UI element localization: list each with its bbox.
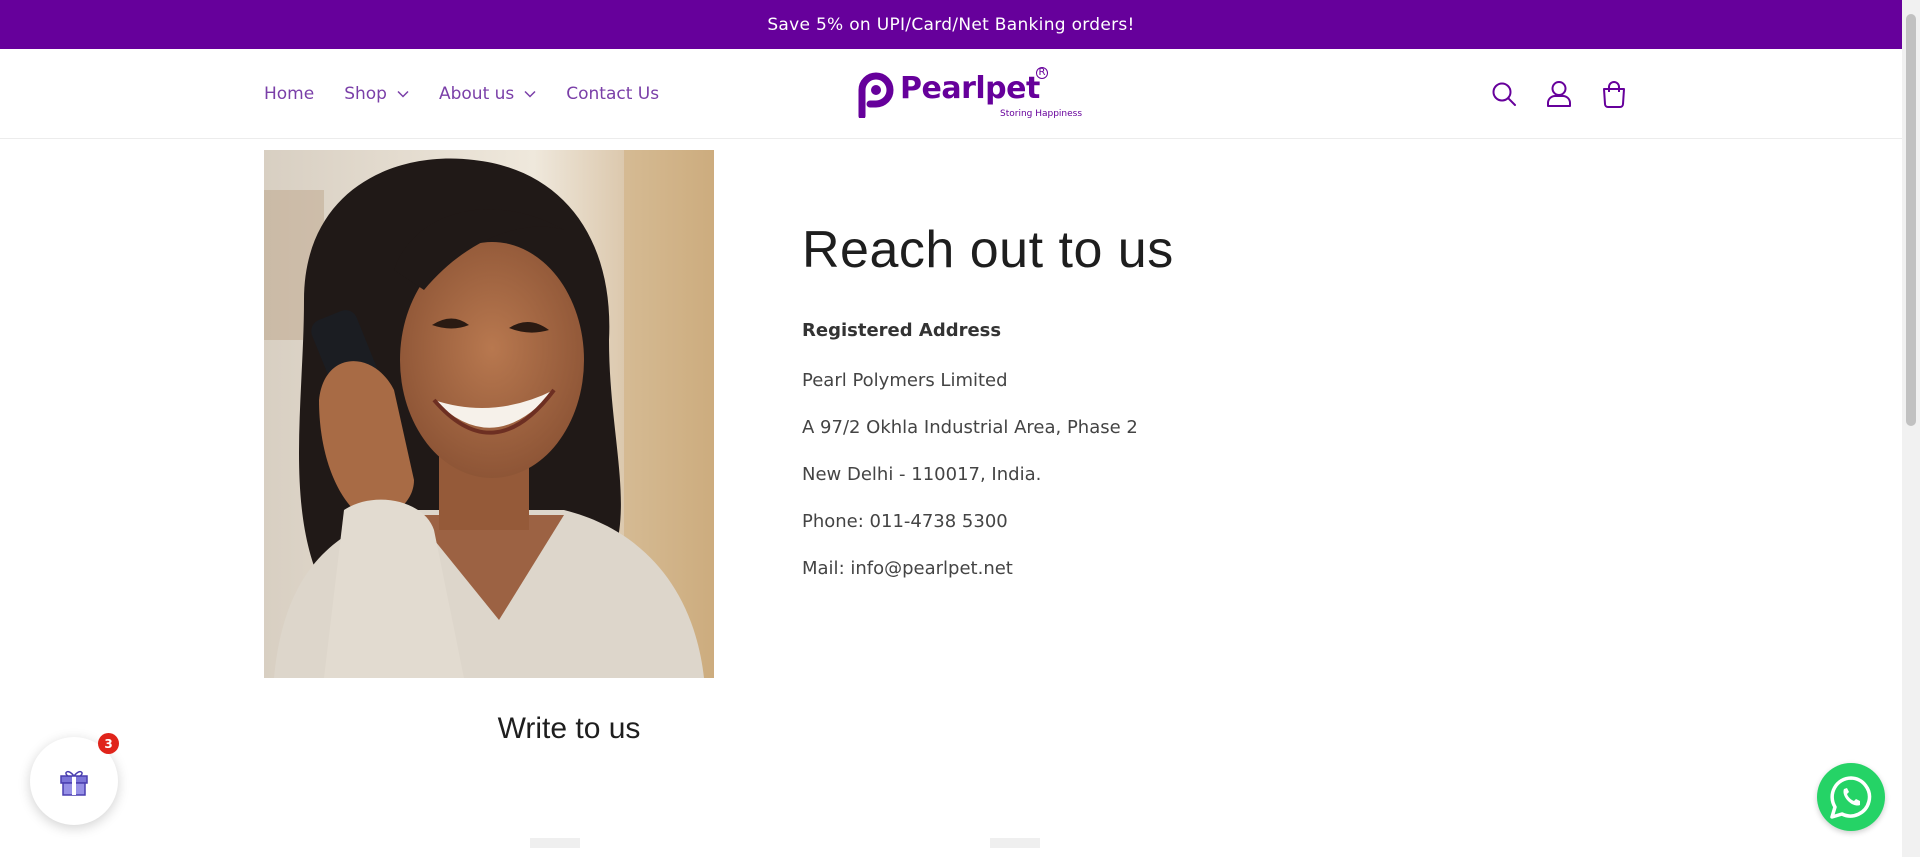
nav-item-label: Contact Us (566, 83, 660, 104)
announcement-text: Save 5% on UPI/Card/Net Banking orders! (767, 14, 1135, 35)
form-label-placeholder (530, 838, 580, 848)
phone-number: Phone: 011-4738 5300 (802, 511, 1008, 532)
main-nav: Home Shop About us Contact Us (264, 49, 659, 138)
nav-item-label: About us (438, 83, 515, 104)
whatsapp-icon (1830, 776, 1872, 819)
registered-mark: R (1036, 67, 1048, 79)
notification-badge: 3 (98, 733, 119, 754)
account-button[interactable] (1545, 80, 1573, 108)
cart-icon (1603, 80, 1625, 108)
account-icon (1547, 80, 1571, 107)
logo-tagline: Storing Happiness (1000, 109, 1083, 119)
rewards-widget-button[interactable]: 3 (30, 733, 119, 825)
nav-item-about[interactable]: About us (439, 84, 536, 104)
form-label-placeholder (990, 838, 1040, 848)
nav-item-shop[interactable]: Shop (344, 84, 409, 104)
pearlpet-logo-icon (858, 72, 894, 118)
email-address: Mail: info@pearlpet.net (802, 558, 1013, 579)
logo-name: Pearlpet (900, 71, 1040, 106)
gift-icon (60, 770, 88, 796)
nav-item-label: Home (264, 83, 315, 104)
page-scrollbar[interactable] (1902, 0, 1920, 857)
nav-item-label: Shop (344, 83, 387, 104)
chevron-down-icon (397, 90, 409, 98)
site-logo[interactable]: Pearlpet R Storing Happiness (858, 67, 1082, 123)
company-name: Pearl Polymers Limited (802, 370, 1008, 391)
announcement-bar: Save 5% on UPI/Card/Net Banking orders! (0, 0, 1902, 49)
nav-item-home[interactable]: Home (264, 84, 314, 104)
search-button[interactable] (1490, 80, 1518, 108)
address-city: New Delhi - 110017, India. (802, 464, 1042, 485)
form-title: Write to us (497, 712, 641, 745)
scrollbar-thumb[interactable] (1906, 14, 1916, 426)
address-line: A 97/2 Okhla Industrial Area, Phase 2 (802, 417, 1138, 438)
search-icon (1492, 82, 1516, 106)
whatsapp-chat-button[interactable] (1817, 763, 1885, 831)
contact-photo (264, 150, 714, 678)
page-title: Reach out to us (802, 221, 1174, 279)
contact-info: Reach out to us Registered Address Pearl… (802, 220, 1502, 605)
woman-on-phone-image (264, 150, 714, 678)
site-header: Home Shop About us Contact Us Pearlpet R… (0, 49, 1902, 139)
nav-item-contact[interactable]: Contact Us (566, 84, 659, 104)
cart-button[interactable] (1600, 80, 1628, 108)
address-title: Registered Address (802, 320, 1002, 341)
header-actions (1490, 49, 1628, 138)
chevron-down-icon (524, 90, 536, 98)
